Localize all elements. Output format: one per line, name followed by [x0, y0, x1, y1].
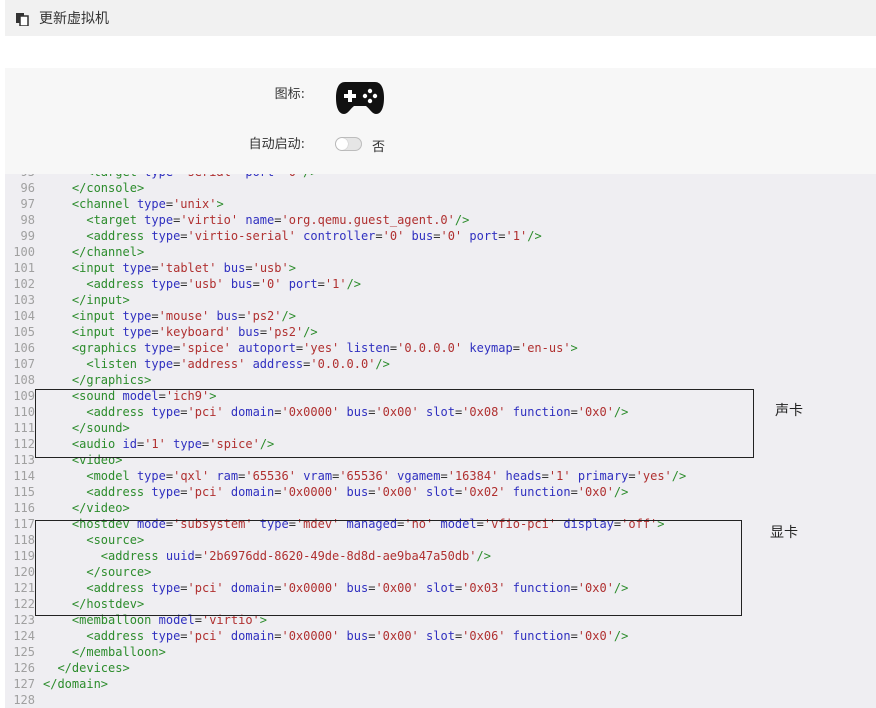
- sound-annotation: 声卡: [775, 403, 803, 419]
- code-line: 99 <address type='virtio-serial' control…: [5, 228, 876, 244]
- line-number: 126: [13, 661, 35, 675]
- code-line: 103 </input>: [5, 292, 876, 308]
- code-line: 107 <listen type='address' address='0.0.…: [5, 356, 876, 372]
- code-line: 128: [5, 692, 876, 708]
- line-code: <channel type='unix'>: [71, 197, 224, 211]
- line-number: 119: [13, 549, 35, 563]
- line-number: 117: [13, 517, 35, 531]
- gamepad-icon[interactable]: [335, 78, 385, 116]
- code-line: 98 <target type='virtio' name='org.qemu.…: [5, 212, 876, 228]
- line-number: 103: [13, 293, 35, 307]
- window-title: 更新虚拟机: [39, 11, 109, 27]
- line-code: <address type='pci' domain='0x0000' bus=…: [86, 629, 629, 643]
- line-number: 120: [13, 565, 35, 579]
- line-code: <address type='virtio-serial' controller…: [86, 229, 542, 243]
- sound-highlight-box: [35, 389, 754, 458]
- line-code: <address type='pci' domain='0x0000' bus=…: [86, 485, 629, 499]
- code-line: 97 <channel type='unix'>: [5, 196, 876, 212]
- code-line: 125 </memballoon>: [5, 644, 876, 660]
- line-number: 118: [13, 533, 35, 547]
- line-number: 114: [13, 469, 35, 483]
- line-number: 97: [20, 197, 35, 211]
- line-code: </memballoon>: [71, 645, 166, 659]
- line-code: <target type='serial' port='0'/>: [43, 174, 317, 179]
- line-number: 123: [13, 613, 35, 627]
- line-number: 128: [13, 693, 35, 707]
- line-code: </devices>: [57, 661, 130, 675]
- line-number: 124: [13, 629, 35, 643]
- line-number: 116: [13, 501, 35, 515]
- line-code: <input type='mouse' bus='ps2'/>: [71, 309, 296, 323]
- line-number: 101: [13, 261, 35, 275]
- line-number: 98: [20, 213, 35, 227]
- line-code: <target type='virtio' name='org.qemu.gue…: [86, 213, 470, 227]
- autostart-toggle[interactable]: [335, 137, 362, 151]
- line-code: <listen type='address' address='0.0.0.0'…: [86, 357, 390, 371]
- code-line: 96 </console>: [5, 180, 876, 196]
- code-line: 104 <input type='mouse' bus='ps2'/>: [5, 308, 876, 324]
- line-number: 100: [13, 245, 35, 259]
- autostart-label: 自动启动:: [248, 137, 305, 152]
- line-number: 121: [13, 581, 35, 595]
- line-code: </domain>: [43, 677, 109, 691]
- window-titlebar: 更新虚拟机: [5, 0, 876, 36]
- line-number: 109: [13, 389, 35, 403]
- line-number: 110: [13, 405, 35, 419]
- gpu-highlight-box: [35, 520, 742, 616]
- code-line: 124 <address type='pci' domain='0x0000' …: [5, 628, 876, 644]
- code-line: 101 <input type='tablet' bus='usb'>: [5, 260, 876, 276]
- line-number: 111: [13, 421, 35, 435]
- line-number: 113: [13, 453, 35, 467]
- line-number: 105: [13, 325, 35, 339]
- line-code: </console>: [71, 181, 145, 195]
- line-number: 112: [13, 437, 35, 451]
- line-number: 96: [20, 181, 35, 195]
- toggle-knob: [336, 138, 348, 150]
- vm-form: 图标: 自动启动: 否: [5, 68, 876, 174]
- line-number: 104: [13, 309, 35, 323]
- line-code: <address type='usb' bus='0' port='1'/>: [86, 277, 362, 291]
- line-number: 102: [13, 277, 35, 291]
- line-number: 122: [13, 597, 35, 611]
- copy-icon: [15, 11, 29, 27]
- line-code: <model type='qxl' ram='65536' vram='6553…: [86, 469, 687, 483]
- autostart-state: 否: [372, 140, 386, 155]
- line-code: </graphics>: [71, 373, 152, 387]
- code-line: 116 </video>: [5, 500, 876, 516]
- code-line: 105 <input type='keyboard' bus='ps2'/>: [5, 324, 876, 340]
- line-number: 107: [13, 357, 35, 371]
- line-code: <input type='tablet' bus='usb'>: [71, 261, 296, 275]
- line-number: 99: [20, 229, 35, 243]
- line-number: 108: [13, 373, 35, 387]
- line-code: <input type='keyboard' bus='ps2'/>: [71, 325, 318, 339]
- code-line: 100 </channel>: [5, 244, 876, 260]
- line-code: </input>: [71, 293, 130, 307]
- code-line: 108 </graphics>: [5, 372, 876, 388]
- gpu-annotation: 显卡: [770, 525, 798, 541]
- line-number: 125: [13, 645, 35, 659]
- line-number: 127: [13, 677, 35, 691]
- code-line: 126 </devices>: [5, 660, 876, 676]
- code-line: 106 <graphics type='spice' autoport='yes…: [5, 340, 876, 356]
- line-number: 115: [13, 485, 35, 499]
- code-line: 114 <model type='qxl' ram='65536' vram='…: [5, 468, 876, 484]
- icon-label: 图标:: [274, 87, 305, 102]
- line-code: <graphics type='spice' autoport='yes' li…: [71, 341, 578, 355]
- line-code: </video>: [71, 501, 130, 515]
- line-number: 106: [13, 341, 35, 355]
- code-line: 127 </domain>: [5, 676, 876, 692]
- code-line: 102 <address type='usb' bus='0' port='1'…: [5, 276, 876, 292]
- code-line: 115 <address type='pci' domain='0x0000' …: [5, 484, 876, 500]
- line-code: </channel>: [71, 245, 145, 259]
